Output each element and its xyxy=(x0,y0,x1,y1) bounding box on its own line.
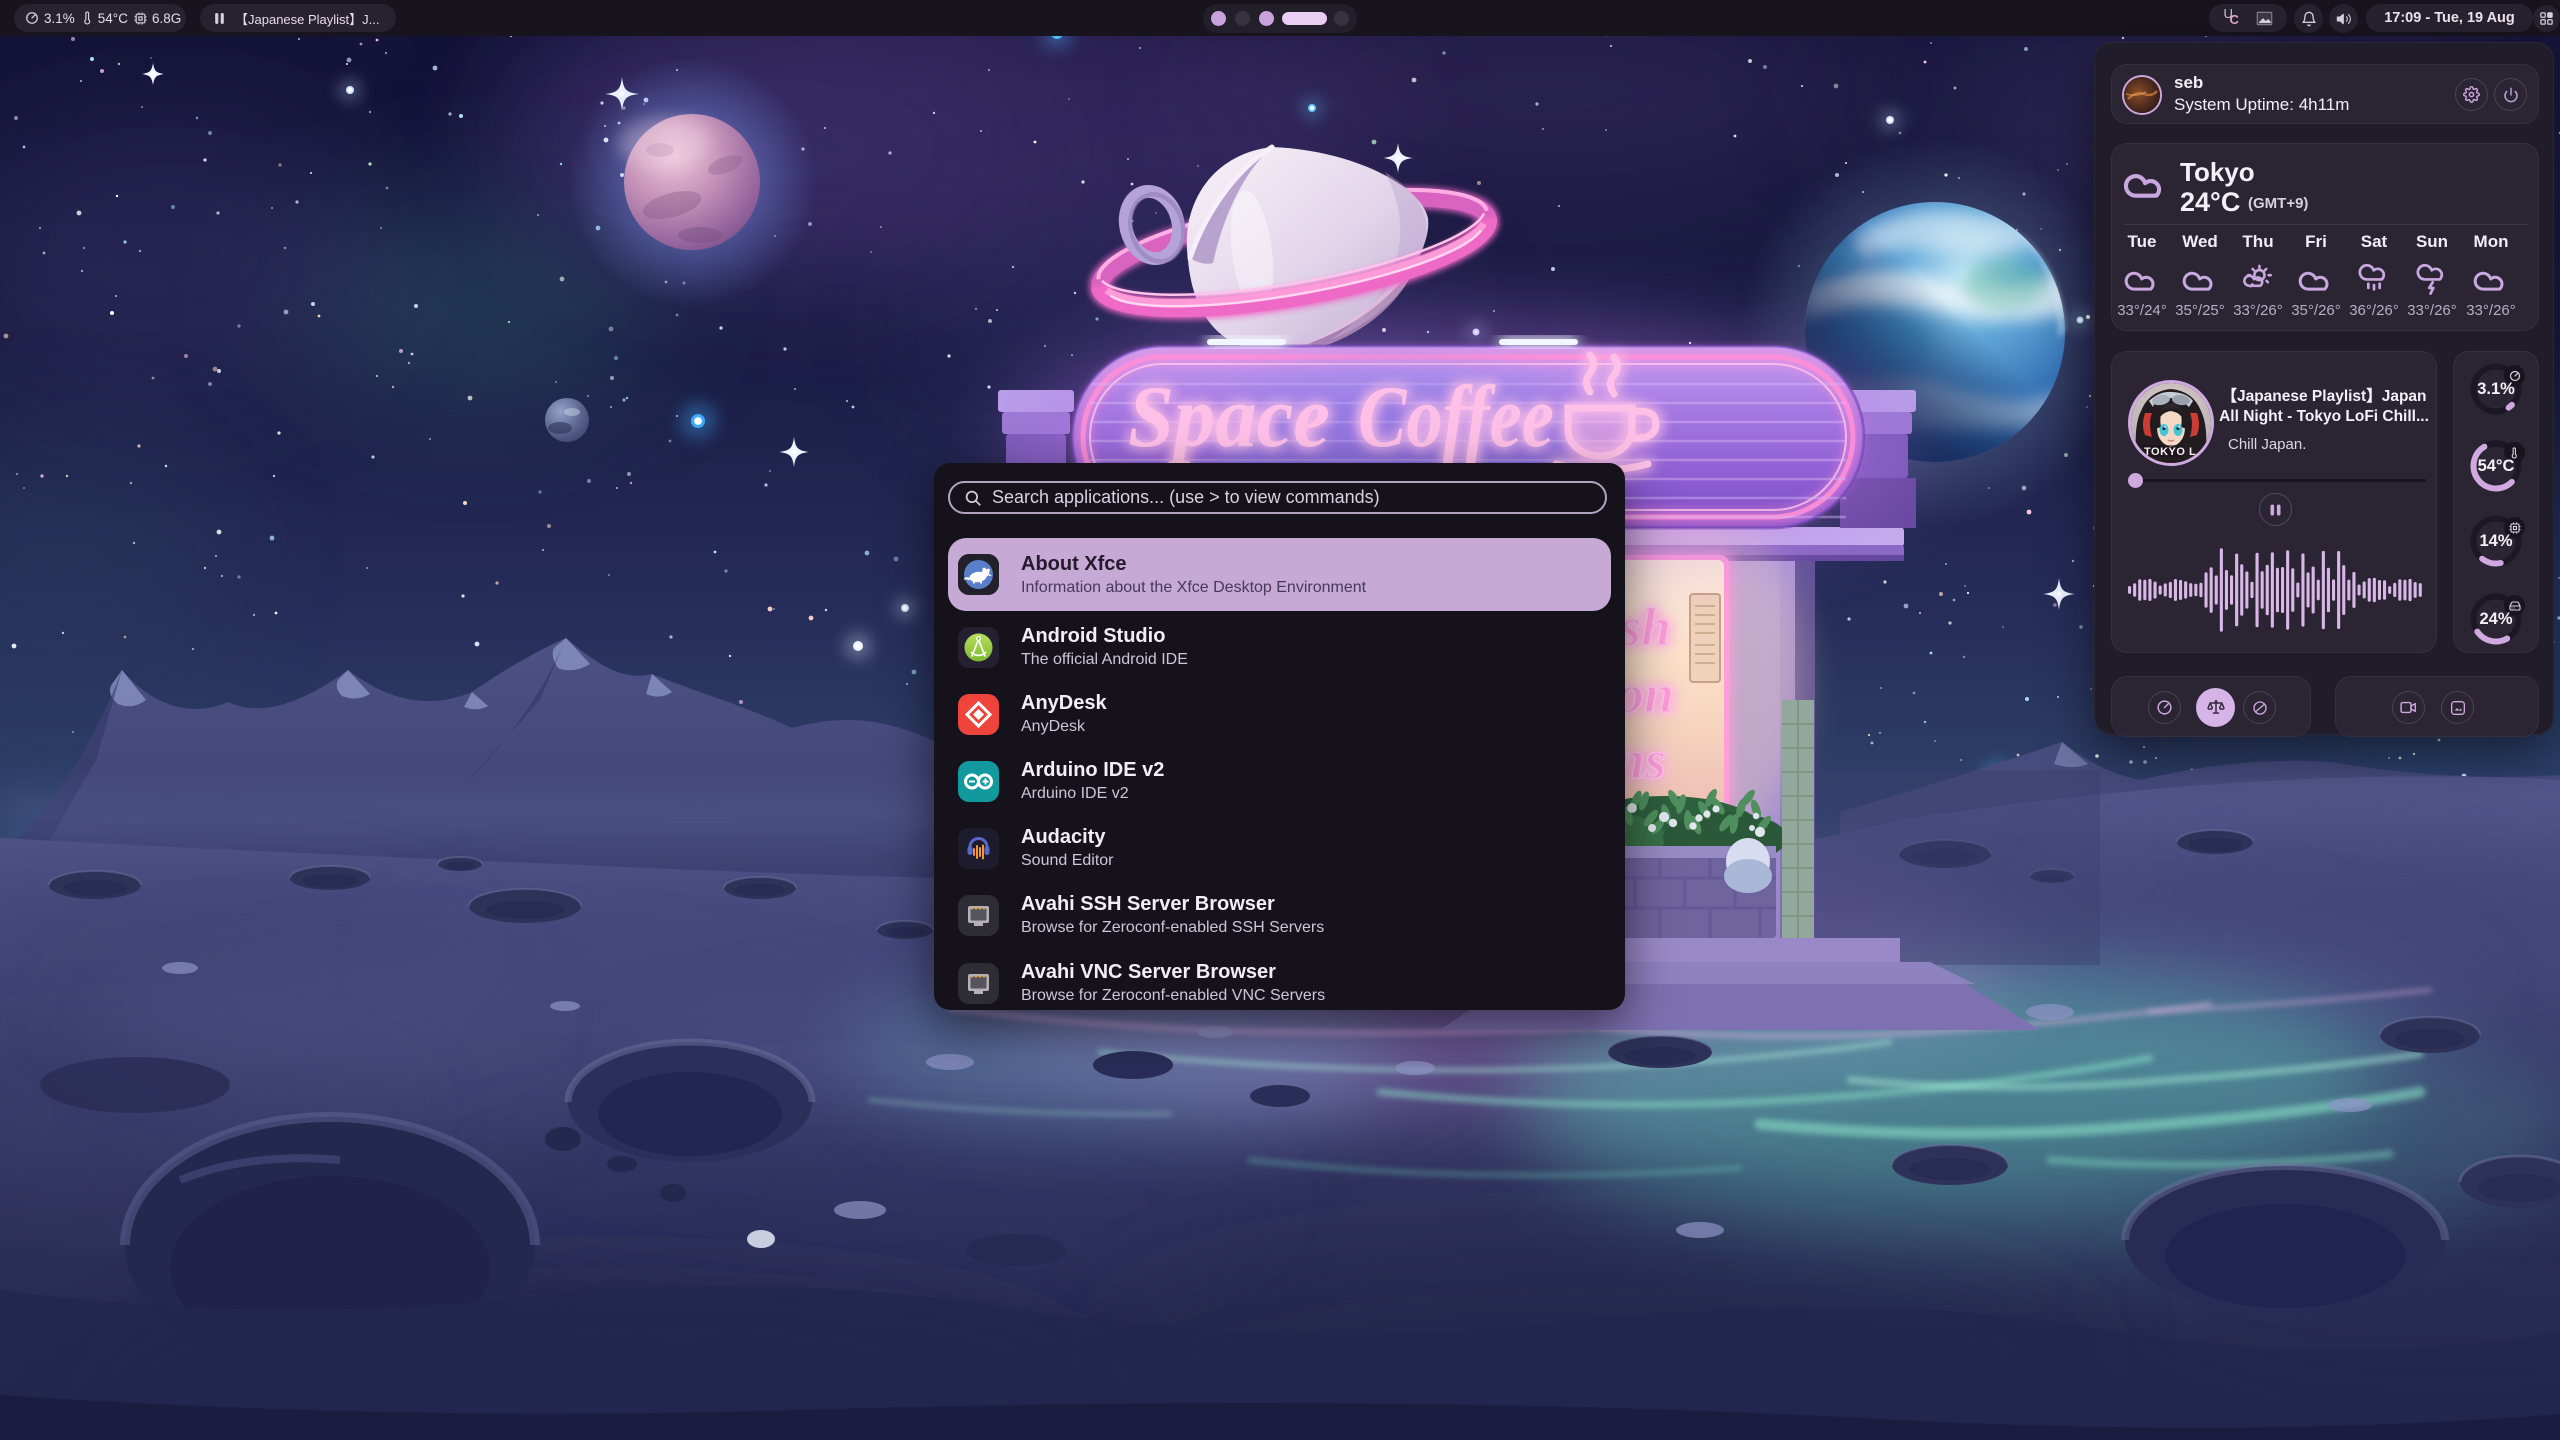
svg-text:Space: Space xyxy=(1128,369,1330,466)
svg-text:TOKYO L: TOKYO L xyxy=(2144,446,2196,458)
svg-text:Coffee: Coffee xyxy=(1358,369,1554,466)
